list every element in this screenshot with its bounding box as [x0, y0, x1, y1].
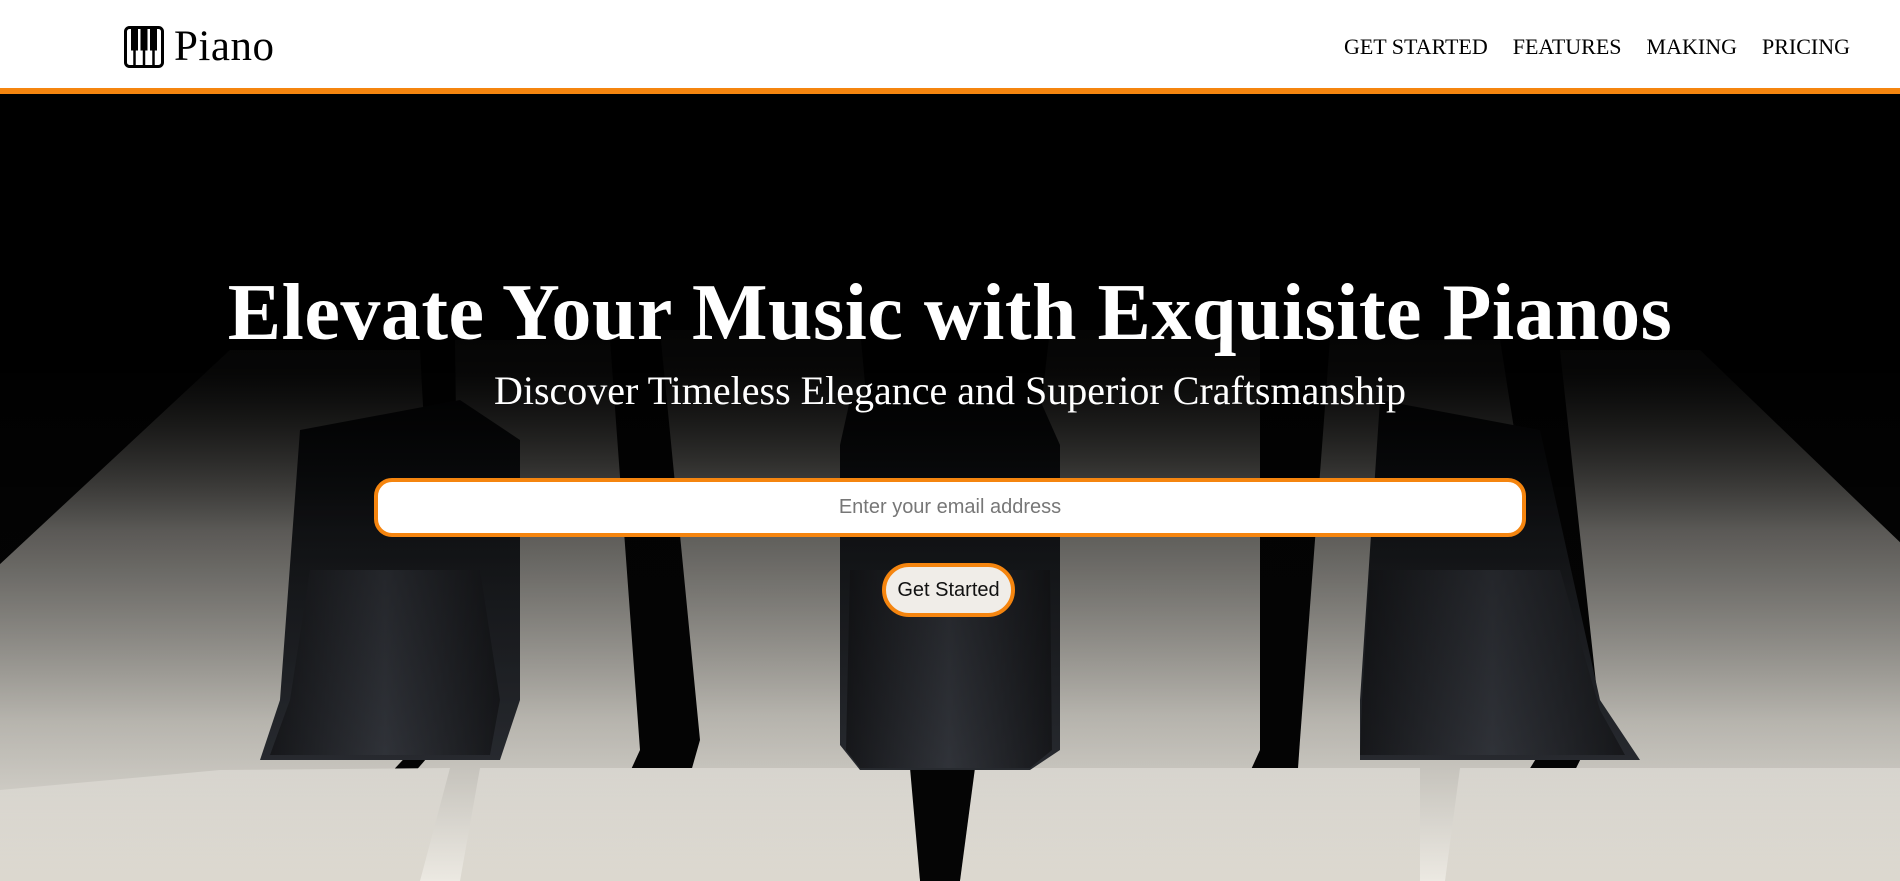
hero-section: Elevate Your Music with Exquisite Pianos… [0, 100, 1900, 881]
nav-link-pricing[interactable]: PRICING [1762, 33, 1850, 61]
nav-link-making[interactable]: MAKING [1647, 33, 1737, 61]
hero-content: Elevate Your Music with Exquisite Pianos… [0, 100, 1900, 881]
nav-link-features[interactable]: FEATURES [1513, 33, 1622, 61]
piano-keys-icon [124, 26, 164, 68]
brand-logo[interactable]: Piano [124, 22, 274, 72]
brand-name: Piano [174, 23, 275, 70]
site-header: Piano GET STARTED FEATURES MAKING PRICIN… [0, 0, 1900, 94]
hero-subtitle: Discover Timeless Elegance and Superior … [493, 368, 1407, 413]
email-input[interactable] [374, 478, 1526, 537]
get-started-button[interactable]: Get Started [882, 563, 1015, 617]
nav-link-get-started[interactable]: GET STARTED [1344, 33, 1488, 61]
main-nav: GET STARTED FEATURES MAKING PRICING [1344, 33, 1850, 61]
hero-title: Elevate Your Music with Exquisite Pianos [227, 269, 1673, 357]
